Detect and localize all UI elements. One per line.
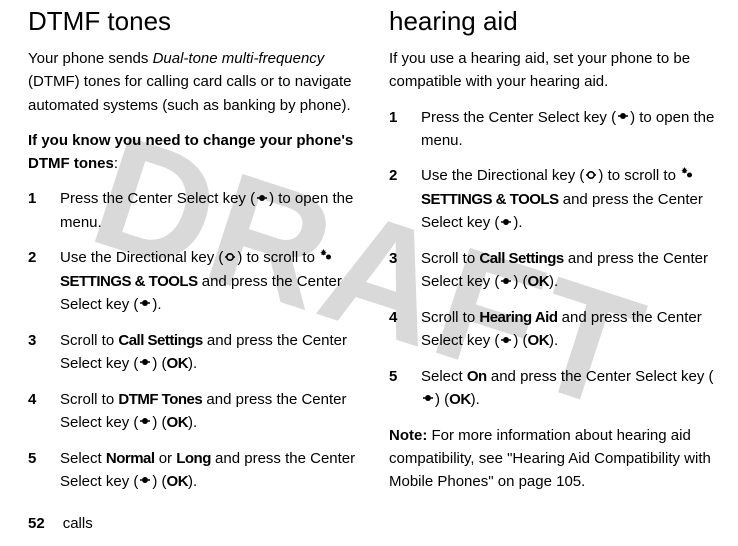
hearing-aid-steps: Press the Center Select key () to open t… [389,106,718,412]
center-select-icon [138,351,152,374]
right-column: hearing aid If you use a hearing aid, se… [389,6,718,505]
text: (DTMF) tones for calling card calls or t… [28,73,351,113]
text: ). [188,355,197,372]
text: ). [188,473,197,490]
directional-key-icon [584,164,598,187]
text: and press the Center Select key ( [487,368,714,385]
text: Press the Center Select key ( [421,109,616,126]
text: ) ( [152,473,166,490]
step-3: Scroll to Call Settings and press the Ce… [389,247,718,294]
text: ) ( [435,391,449,408]
text: Press the Center Select key ( [60,190,255,207]
menu-label: On [467,368,487,385]
center-select-icon [255,187,269,210]
ok-label: OK [167,355,189,372]
text-bold: If you know you need to change your phon… [28,132,353,172]
dtmf-intro: Your phone sends Dual-tone multi-frequen… [28,47,357,117]
step-5: Select Normal or Long and press the Cent… [28,447,357,494]
center-select-icon [499,211,513,234]
step-1: Press the Center Select key () to open t… [28,187,357,234]
menu-label: DTMF Tones [118,391,202,408]
text: Select [60,450,106,467]
note-label: Note: [389,427,427,444]
text: or [155,450,177,467]
text: Scroll to [60,391,118,408]
text: ). [549,273,558,290]
ok-label: OK [528,332,550,349]
dtmf-steps: Press the Center Select key () to open t… [28,187,357,493]
page-footer: 52 calls [28,515,93,532]
text: ). [188,414,197,431]
center-select-icon [138,410,152,433]
menu-label: Long [176,450,211,467]
menu-label: SETTINGS & TOOLS [60,273,198,290]
ok-label: OK [167,414,189,431]
center-select-icon [616,105,630,128]
hearing-aid-intro: If you use a hearing aid, set your phone… [389,47,718,94]
text: ) ( [152,414,166,431]
note-body: For more information about hearing aid c… [389,427,711,491]
text: ) to scroll to [237,249,319,266]
text: ). [549,332,558,349]
step-4: Scroll to Hearing Aid and press the Cent… [389,306,718,353]
text: ) ( [152,355,166,372]
center-select-icon [138,292,152,315]
step-5: Select On and press the Center Select ke… [389,365,718,412]
ok-label: OK [449,391,471,408]
text: : [114,155,118,172]
menu-label: SETTINGS & TOOLS [421,191,559,208]
menu-label: Normal [106,450,155,467]
directional-key-icon [223,246,237,269]
step-2: Use the Directional key () to scroll to … [389,164,718,235]
step-4: Scroll to DTMF Tones and press the Cente… [28,388,357,435]
center-select-icon [421,387,435,410]
step-2: Use the Directional key () to scroll to … [28,246,357,317]
text: Scroll to [421,250,479,267]
gear-icon [319,246,333,269]
text: Your phone sends [28,50,153,67]
step-3: Scroll to Call Settings and press the Ce… [28,329,357,376]
dtmf-bold-line: If you know you need to change your phon… [28,129,357,176]
page-number: 52 [28,515,45,532]
text: ) to scroll to [598,167,680,184]
center-select-icon [499,329,513,352]
text: ). [152,296,161,313]
left-column: DTMF tones Your phone sends Dual-tone mu… [28,6,357,505]
text: ) ( [513,273,527,290]
text-italic: Dual-tone multi-frequency [153,50,325,67]
heading-hearing-aid: hearing aid [389,6,718,37]
text: ) ( [513,332,527,349]
gear-icon [680,164,694,187]
menu-label: Hearing Aid [479,309,557,326]
text: ). [471,391,480,408]
page-content: DTMF tones Your phone sends Dual-tone mu… [0,0,738,505]
center-select-icon [499,270,513,293]
text: Scroll to [421,309,479,326]
text: ). [513,214,522,231]
menu-label: Call Settings [118,332,202,349]
ok-label: OK [528,273,550,290]
text: Scroll to [60,332,118,349]
section-name: calls [63,515,93,532]
heading-dtmf: DTMF tones [28,6,357,37]
step-1: Press the Center Select key () to open t… [389,106,718,153]
hearing-aid-note: Note: For more information about hearing… [389,424,718,494]
text: Use the Directional key ( [421,167,584,184]
menu-label: Call Settings [479,250,563,267]
ok-label: OK [167,473,189,490]
center-select-icon [138,469,152,492]
text: Select [421,368,467,385]
text: Use the Directional key ( [60,249,223,266]
